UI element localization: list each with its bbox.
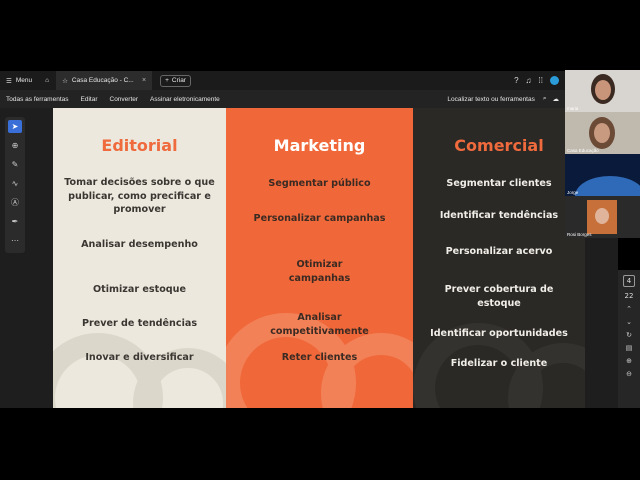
create-button[interactable]: + Criar [160, 74, 191, 87]
select-cursor-icon[interactable]: ➤ [8, 120, 22, 133]
bell-icon[interactable]: ♫ [526, 76, 532, 85]
plus-icon: + [165, 77, 169, 84]
pencil-icon[interactable]: ✎ [8, 158, 22, 171]
page-navigation: 4 22 ⌃ ⌄ ↻ ▤ ⊕ ⊖ [618, 270, 640, 408]
edit-link[interactable]: Editar [75, 96, 104, 103]
draw-freehand-icon[interactable]: ∿ [8, 177, 22, 190]
star-icon[interactable]: ☆ [62, 77, 68, 85]
list-item: Personalizar campanhas [253, 213, 386, 224]
menu-label: Menu [15, 77, 33, 84]
list-item: Personalizar acervo [445, 246, 553, 257]
avatar[interactable] [550, 76, 559, 85]
participant-tile[interactable]: Rosi Borges [565, 196, 640, 238]
find-text-label[interactable]: Localizar texto ou ferramentas [447, 96, 536, 103]
page-number-input[interactable]: 4 [622, 275, 636, 287]
convert-link[interactable]: Converter [104, 96, 145, 103]
refresh-icon[interactable]: ↻ [626, 331, 632, 339]
participants-panel: maria Casa Educação Jorge Rosi Borges [565, 70, 640, 238]
help-icon[interactable]: ? [514, 76, 518, 85]
column-title: Comercial [454, 136, 544, 155]
participant-face [595, 80, 611, 100]
hamburger-icon: ☰ [6, 77, 12, 85]
create-label: Criar [171, 77, 186, 84]
list-item: Otimizar estoque [92, 284, 187, 295]
apps-grid-icon[interactable]: ⁞⁞ [539, 76, 543, 85]
participant-name: Casa Educação [567, 148, 599, 153]
save-page-icon[interactable]: ▤ [626, 344, 633, 352]
list-item: Prever cobertura de estoque [444, 284, 554, 309]
add-comment-icon[interactable]: ⊕ [8, 139, 22, 152]
close-icon[interactable]: × [142, 77, 146, 84]
column-title: Editorial [101, 136, 178, 155]
chevron-down-icon[interactable]: ⌄ [626, 318, 632, 326]
participant-name: Jorge [567, 190, 579, 195]
chevron-up-icon[interactable]: ⌃ [626, 305, 632, 313]
toolbar: Todas as ferramentas Editar Converter As… [0, 90, 565, 108]
search-icon[interactable]: ⌕ [543, 95, 547, 103]
column-marketing: Marketing Segmentar público Personalizar… [226, 108, 413, 408]
participant-name: maria [567, 106, 579, 111]
list-item: Analisar competitivamente [270, 312, 369, 337]
earth-image [575, 176, 640, 196]
list-item: Otimizar campanhas [288, 259, 351, 284]
list-item: Reter clientes [281, 352, 358, 363]
list-item: Analisar desempenho [81, 239, 198, 250]
participant-tile[interactable]: maria [565, 70, 640, 112]
column-title: Marketing [273, 136, 366, 155]
sign-link[interactable]: Assinar eletronicamente [144, 96, 226, 103]
participant-face [595, 208, 609, 224]
slide-page: Editorial Tomar decisões sobre o que pub… [53, 108, 585, 408]
document-tab[interactable]: ☆ Casa Educação - C... × [56, 71, 153, 90]
list-item: Tomar decisões sobre o que publicar, com… [64, 177, 215, 215]
list-item: Fidelizar o cliente [450, 358, 548, 369]
list-item: Inovar e diversificar [85, 352, 194, 363]
participant-tile[interactable]: Jorge [565, 154, 640, 196]
list-item: Prever de tendências [81, 318, 198, 329]
text-box-icon[interactable]: Ⓐ [8, 196, 22, 209]
tool-rail: ➤ ⊕ ✎ ∿ Ⓐ ✒ ⋯ [5, 117, 25, 253]
tab-title: Casa Educação - C... [71, 77, 134, 84]
participant-name: Rosi Borges [567, 232, 592, 237]
screen: ☰ Menu ⌂ ☆ Casa Educação - C... × + Cria… [0, 0, 640, 480]
column-comercial: Comercial Segmentar clientes Identificar… [413, 108, 585, 408]
stamp-icon[interactable]: ✒ [8, 215, 22, 228]
list-item: Segmentar clientes [446, 178, 552, 189]
column-editorial: Editorial Tomar decisões sobre o que pub… [53, 108, 226, 408]
participant-face [594, 123, 610, 143]
zoom-in-icon[interactable]: ⊕ [626, 357, 632, 365]
menu-button[interactable]: ☰ Menu [0, 71, 38, 90]
list-item: Identificar oportunidades [430, 328, 568, 339]
home-icon: ⌂ [45, 77, 50, 84]
toolbar-right: Localizar texto ou ferramentas ⌕ ☁ [447, 95, 565, 103]
tabbar-actions: ? ♫ ⁞⁞ [514, 76, 565, 85]
home-button[interactable]: ⌂ [38, 71, 56, 90]
total-pages: 22 [624, 292, 634, 300]
participant-tile[interactable]: Casa Educação [565, 112, 640, 154]
list-item: Identificar tendências [439, 210, 559, 221]
more-icon[interactable]: ⋯ [8, 234, 22, 247]
upload-cloud-icon[interactable]: ☁ [553, 95, 560, 103]
list-item: Segmentar público [268, 178, 371, 189]
tab-bar: ☰ Menu ⌂ ☆ Casa Educação - C... × + Cria… [0, 71, 565, 90]
zoom-out-icon[interactable]: ⊖ [626, 370, 632, 378]
all-tools-link[interactable]: Todas as ferramentas [0, 96, 75, 103]
